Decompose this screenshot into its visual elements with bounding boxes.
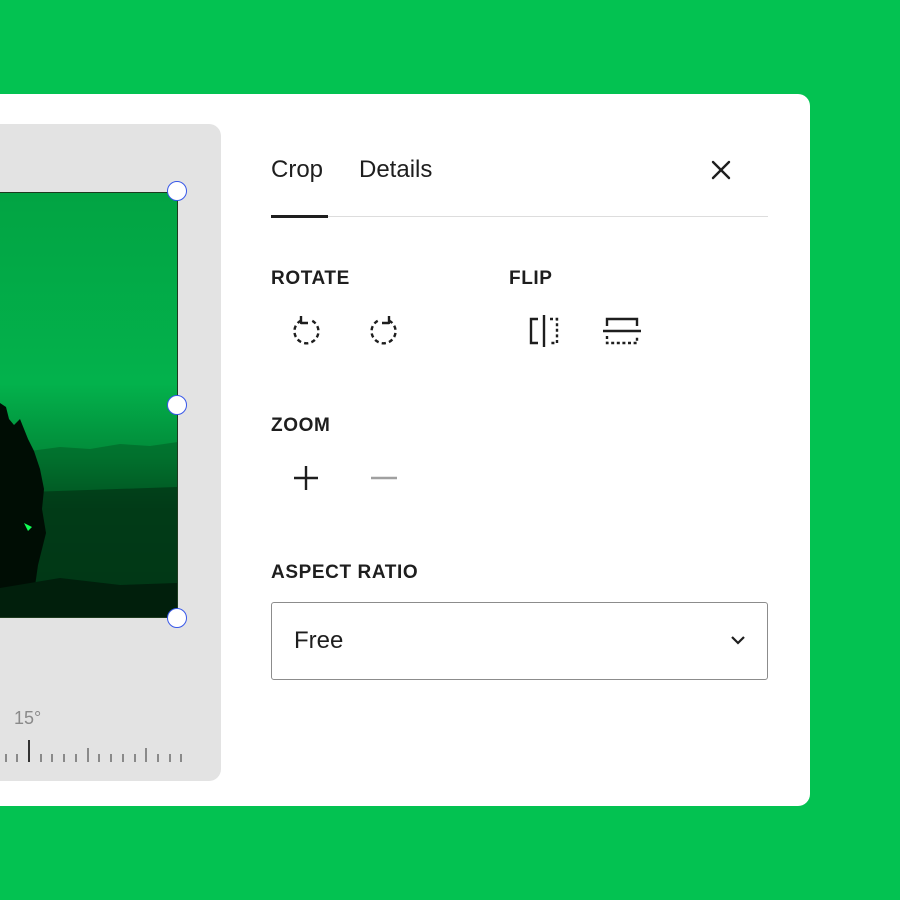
tab-details[interactable]: Details [359, 156, 432, 184]
rotate-label: ROTATE [271, 268, 350, 289]
zoom-in-button[interactable] [284, 456, 328, 500]
image-preview[interactable] [0, 192, 178, 618]
minus-icon [371, 476, 397, 480]
active-tab-indicator [271, 214, 328, 218]
aspect-ratio-label: ASPECT RATIO [271, 562, 419, 583]
rotate-left-button[interactable] [284, 309, 328, 353]
crop-handle-top-right[interactable] [167, 181, 187, 201]
close-icon [711, 160, 731, 180]
zoom-out-button[interactable] [362, 456, 406, 500]
flip-vertical-button[interactable] [600, 309, 644, 353]
rotate-left-icon [293, 316, 320, 345]
zoom-label: ZOOM [271, 415, 331, 436]
flip-vertical-icon [603, 317, 641, 345]
chevron-down-icon [731, 636, 745, 645]
tab-crop[interactable]: Crop [271, 156, 323, 184]
landscape-photo [0, 403, 177, 617]
crop-canvas[interactable]: 15° [0, 124, 221, 781]
tab-bar: Crop Details [271, 150, 768, 218]
rotation-angle-label: 15° [14, 708, 42, 728]
plus-icon [294, 466, 318, 490]
flip-label: FLIP [509, 268, 553, 289]
aspect-ratio-value: Free [294, 627, 344, 654]
crop-handle-bottom-right[interactable] [167, 608, 187, 628]
rotation-ruler[interactable] [0, 736, 190, 766]
flip-horizontal-button[interactable] [522, 309, 566, 353]
rotate-right-icon [370, 316, 397, 345]
crop-handle-middle-right[interactable] [167, 395, 187, 415]
aspect-ratio-select[interactable]: Free [271, 602, 768, 680]
flip-horizontal-icon [529, 315, 559, 347]
rotate-right-button[interactable] [362, 309, 406, 353]
close-button[interactable] [703, 152, 739, 188]
